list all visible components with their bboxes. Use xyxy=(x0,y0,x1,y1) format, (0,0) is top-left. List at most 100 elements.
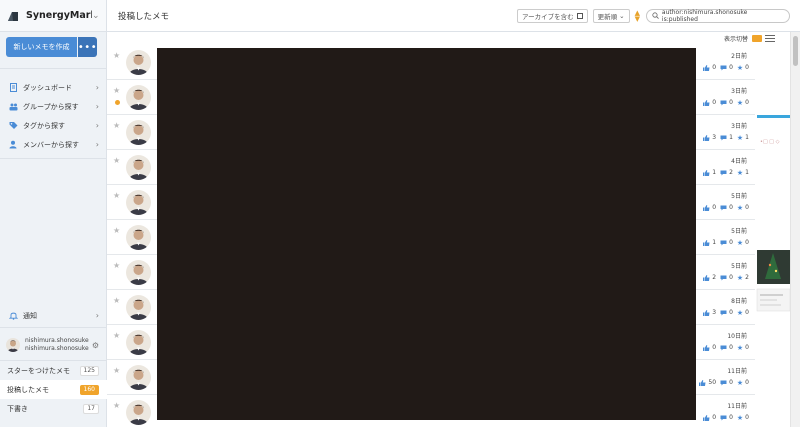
thumbs-up-icon xyxy=(703,204,710,211)
memo-metrics: 1 2 ★ 1 xyxy=(699,169,749,176)
comment-count-value: 0 xyxy=(729,99,733,106)
include-archive-toggle[interactable]: アーカイブを含む xyxy=(517,8,588,23)
star-count: ★ 0 xyxy=(737,239,749,246)
comment-count: 0 xyxy=(720,414,733,421)
star-icon[interactable]: ★ xyxy=(113,366,120,375)
stat-label: 下書き xyxy=(7,404,28,413)
star-icon[interactable]: ★ xyxy=(113,401,120,410)
list-view-icon[interactable] xyxy=(765,34,776,42)
like-count-value: 1 xyxy=(712,169,717,176)
star-icon[interactable]: ★ xyxy=(113,156,120,165)
comment-count: 0 xyxy=(720,274,733,281)
thumbs-up-icon xyxy=(703,274,710,281)
more-options-button[interactable]: ••• xyxy=(78,37,97,57)
star-icon: ★ xyxy=(736,238,744,247)
memo-metrics: 0 0 ★ 0 xyxy=(699,414,749,421)
comment-icon xyxy=(720,100,727,105)
star-icon[interactable]: ★ xyxy=(113,121,120,130)
comment-count-value: 0 xyxy=(729,344,733,351)
comment-count: 0 xyxy=(720,309,733,316)
user-profile[interactable]: nishimura.shonosuke nishimura.shonosuke … xyxy=(0,331,107,359)
comment-icon xyxy=(720,135,727,140)
stat-posted-memos[interactable]: 投稿したメモ 160 xyxy=(0,380,107,399)
avatar xyxy=(126,260,151,285)
avatar xyxy=(126,365,151,390)
team-switcher[interactable]: SynergyMark... ⌄ xyxy=(0,0,106,32)
scrollbar[interactable] xyxy=(790,32,800,427)
group-icon xyxy=(9,103,18,111)
sort-label: 更新順 xyxy=(597,12,618,21)
memo-metrics: 1 0 ★ 0 xyxy=(699,239,749,246)
bell-icon xyxy=(9,312,18,320)
search-icon xyxy=(652,12,659,19)
star-icon: ★ xyxy=(736,378,744,387)
like-count-value: 0 xyxy=(712,99,717,106)
sidebar-item-groups[interactable]: グループから探す › xyxy=(0,97,107,116)
search-input[interactable]: author:nishimura.shonosuke is:published xyxy=(646,8,790,23)
star-count: ★ 0 xyxy=(737,344,749,351)
like-count: 0 xyxy=(703,414,716,421)
like-count: 0 xyxy=(703,204,716,211)
sidebar-item-notifications[interactable]: 通知 › xyxy=(0,306,107,325)
updated-date: 11日前 xyxy=(727,368,747,375)
like-count-value: 0 xyxy=(712,204,717,211)
updated-date: 3日前 xyxy=(731,123,747,130)
memo-metrics: 3 1 ★ 1 xyxy=(699,134,749,141)
star-icon: ★ xyxy=(736,203,744,212)
memo-metrics: 2 0 ★ 2 xyxy=(699,274,749,281)
star-icon[interactable]: ★ xyxy=(113,226,120,235)
comment-icon xyxy=(720,205,727,210)
stat-starred-memos[interactable]: スターをつけたメモ 125 xyxy=(0,361,107,380)
star-count: ★ 0 xyxy=(737,414,749,421)
person-photo-icon xyxy=(126,225,151,250)
sidebar-item-dashboard[interactable]: ダッシュボード › xyxy=(0,78,107,97)
search-query: author:nishimura.shonosuke is:published xyxy=(661,8,748,23)
star-count: ★ 0 xyxy=(737,64,749,71)
star-icon[interactable]: ★ xyxy=(113,296,120,305)
star-icon[interactable]: ★ xyxy=(113,86,120,95)
star-icon: ★ xyxy=(736,133,744,142)
stat-drafts[interactable]: 下書き 17 xyxy=(0,399,107,418)
comment-icon xyxy=(720,415,727,420)
star-icon[interactable]: ★ xyxy=(113,261,120,270)
sidebar-item-tags[interactable]: タグから探す › xyxy=(0,116,107,135)
app-window: SynergyMark... ⌄ 新しいメモを作成 ••• ダッシュボード › … xyxy=(0,0,800,427)
like-count-value: 50 xyxy=(708,379,717,386)
person-photo-icon xyxy=(126,190,151,215)
star-count-value: 1 xyxy=(745,169,749,176)
checkbox-icon xyxy=(576,12,583,19)
card-view-icon[interactable] xyxy=(752,34,763,42)
star-icon[interactable]: ★ xyxy=(113,51,120,60)
memo-metrics: 0 0 ★ 0 xyxy=(699,99,749,106)
chevron-down-icon: ⌄ xyxy=(92,10,100,21)
thumbs-up-icon xyxy=(699,379,706,386)
star-count-value: 1 xyxy=(745,134,749,141)
thumbs-up-icon xyxy=(703,344,710,351)
star-icon[interactable]: ★ xyxy=(113,191,120,200)
sort-dropdown[interactable]: 更新順 ⌄ xyxy=(592,8,630,23)
scrollbar-thumb[interactable] xyxy=(793,36,798,66)
sidebar-item-label: ダッシュボード xyxy=(23,83,72,92)
memo-metrics: 0 0 ★ 0 xyxy=(699,344,749,351)
memo-content-preview xyxy=(157,48,696,420)
star-icon: ★ xyxy=(736,343,744,352)
create-memo-button[interactable]: 新しいメモを作成 xyxy=(6,37,77,57)
comment-count-value: 0 xyxy=(729,309,733,316)
sort-direction-icon[interactable]: ▲ ▼ xyxy=(635,9,640,22)
avatar xyxy=(126,50,151,75)
like-count: 3 xyxy=(703,309,716,316)
thumbs-up-icon xyxy=(703,414,710,421)
stat-label: スターをつけたメモ xyxy=(7,366,70,375)
gear-icon[interactable]: ⚙ xyxy=(92,341,99,350)
avatar xyxy=(126,190,151,215)
star-icon[interactable]: ★ xyxy=(113,331,120,340)
logo-icon xyxy=(8,11,18,21)
comment-count-value: 2 xyxy=(729,169,733,176)
stat-count: 125 xyxy=(79,365,99,376)
comment-count-value: 1 xyxy=(729,134,733,141)
updated-date: 2日前 xyxy=(731,53,747,60)
sidebar-item-members[interactable]: メンバーから探す › xyxy=(0,135,107,154)
unread-dot-icon xyxy=(115,100,120,105)
sidebar-item-label: メンバーから探す xyxy=(23,140,79,149)
sidebar-item-label: グループから探す xyxy=(23,102,79,111)
